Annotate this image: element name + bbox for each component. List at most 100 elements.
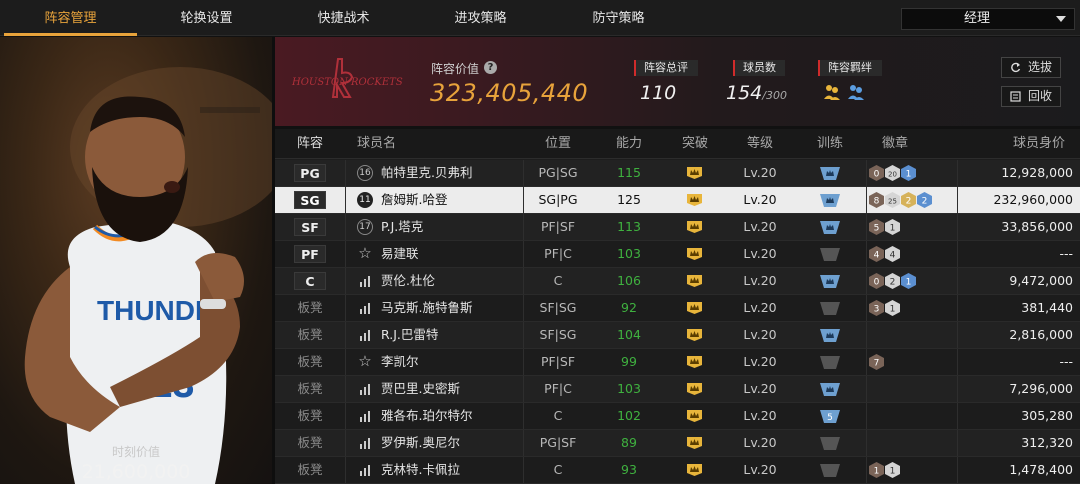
col-position[interactable]: 位置 [535,129,581,159]
training-empty-icon[interactable] [820,356,840,369]
lineup-slot[interactable]: 板凳 [294,430,326,456]
tab-offense[interactable]: 进攻策略 [414,0,547,36]
col-training[interactable]: 训练 [810,129,850,159]
player-name[interactable]: 詹姆斯.哈登 [381,187,447,213]
lineup-slot[interactable]: 板凳 [294,403,326,429]
col-level[interactable]: 等级 [740,129,780,159]
lineup-slot[interactable]: C [294,272,326,290]
table-row[interactable]: 板凳 R.J.巴雷特 SF|SG 104 Lv.20 2,816,000 [275,322,1080,349]
badge-hexagon-icon[interactable]: 2 [901,192,916,208]
breakthrough-crown-icon[interactable] [686,355,703,369]
training-crown-icon[interactable] [820,275,840,288]
training-empty-icon[interactable] [820,302,840,315]
badge-hexagon-icon[interactable]: 2 [917,192,932,208]
breakthrough-crown-icon[interactable] [686,193,703,207]
table-row[interactable]: C 贾伦.杜伦 C 106 Lv.20 0 2 1 9,472,000 [275,268,1080,295]
manager-select[interactable]: 经理 [901,8,1075,30]
col-badges[interactable]: 徽章 [870,129,920,159]
badge-hexagon-icon[interactable]: 3 [869,300,884,316]
lineup-slot[interactable]: 板凳 [294,322,326,348]
table-row[interactable]: PG 16 帕特里克.贝弗利 PG|SG 115 Lv.20 0 20 1 12,928,000 [275,160,1080,187]
training-crown-icon[interactable] [820,194,840,207]
badge-hexagon-icon[interactable]: 2 [885,273,900,289]
col-name[interactable]: 球员名 [357,129,397,159]
badge-hexagon-icon[interactable]: 25 [885,192,900,208]
breakthrough-crown-icon[interactable] [686,166,703,180]
breakthrough-crown-icon[interactable] [686,436,703,450]
col-breakthrough[interactable]: 突破 [675,129,715,159]
player-name[interactable]: R.J.巴雷特 [381,322,438,348]
breakthrough-crown-icon[interactable] [686,220,703,234]
badge-hexagon-icon[interactable]: 1 [885,462,900,478]
badge-hexagon-icon[interactable]: 1 [869,462,884,478]
recycle-button[interactable]: 回收 [1001,86,1061,107]
breakthrough-crown-icon[interactable] [686,328,703,342]
training-crown-icon[interactable] [820,383,840,396]
badge-hexagon-icon[interactable]: 1 [885,219,900,235]
lineup-slot[interactable]: SF [294,218,326,236]
player-name[interactable]: 易建联 [381,241,419,267]
table-row[interactable]: 板凳 克林特.卡佩拉 C 93 Lv.20 1 1 1,478,400 [275,457,1080,484]
table-row[interactable]: 板凳 罗伊斯.奥尼尔 PG|SF 89 Lv.20 312,320 [275,430,1080,457]
training-empty-icon[interactable] [820,248,840,261]
player-level: Lv.20 [743,354,777,369]
training-crown-icon[interactable] [820,167,840,180]
lineup-slot[interactable]: 板凳 [294,349,326,375]
breakthrough-crown-icon[interactable] [686,301,703,315]
player-name[interactable]: 雅各布.珀尔特尔 [381,403,472,429]
player-name[interactable]: 罗伊斯.奥尼尔 [381,430,460,456]
lineup-slot[interactable]: PF [294,245,326,263]
training-empty-icon[interactable] [820,437,840,450]
badge-hexagon-icon[interactable]: 0 [869,165,884,181]
col-value[interactable]: 球员身价 [975,129,1065,159]
tab-rotation[interactable]: 轮换设置 [140,0,273,36]
badge-hexagon-icon[interactable]: 5 [869,219,884,235]
training-crown-icon[interactable] [820,221,840,234]
table-row[interactable]: 板凳 雅各布.珀尔特尔 C 102 Lv.20 5 305,280 [275,403,1080,430]
badge-hexagon-icon[interactable]: 20 [885,165,900,181]
breakthrough-crown-icon[interactable] [686,382,703,396]
table-row[interactable]: SG 11 詹姆斯.哈登 SG|PG 125 Lv.20 8 25 2 2 232,960,000 [275,187,1080,214]
training-crown-icon[interactable] [820,329,840,342]
col-ability[interactable]: 能力 [609,129,649,159]
badge-hexagon-icon[interactable]: 1 [901,165,916,181]
lineup-slot[interactable]: 板凳 [294,376,326,402]
table-row[interactable]: 板凳 马克斯.施特鲁斯 SF|SG 92 Lv.20 3 1 381,440 [275,295,1080,322]
help-icon[interactable]: ? [484,61,497,74]
tab-lineup[interactable]: 阵容管理 [4,0,137,36]
player-name[interactable]: 克林特.卡佩拉 [381,457,460,483]
draft-button[interactable]: 选拔 [1001,57,1061,78]
badge-hexagon-icon[interactable]: 7 [869,354,884,370]
player-name[interactable]: P.J.塔克 [381,214,423,240]
badge-hexagon-icon[interactable]: 0 [869,273,884,289]
tab-defense[interactable]: 防守策略 [552,0,685,36]
breakthrough-crown-icon[interactable] [686,463,703,477]
lineup-slot[interactable]: PG [294,164,326,182]
table-row[interactable]: 板凳 贾巴里.史密斯 PF|C 103 Lv.20 7,296,000 [275,376,1080,403]
breakthrough-crown-icon[interactable] [686,409,703,423]
lineup-slot[interactable]: 板凳 [294,295,326,321]
chemistry-blue-icon[interactable] [847,83,865,101]
badge-hexagon-icon[interactable]: 1 [901,273,916,289]
player-name[interactable]: 贾巴里.史密斯 [381,376,460,402]
table-row[interactable]: 板凳 ☆ 李凯尔 PF|SF 99 Lv.20 7 --- [275,349,1080,376]
player-name[interactable]: 贾伦.杜伦 [381,268,435,294]
player-name[interactable]: 李凯尔 [381,349,419,375]
player-name[interactable]: 帕特里克.贝弗利 [381,160,472,186]
breakthrough-crown-icon[interactable] [686,247,703,261]
badge-hexagon-icon[interactable]: 4 [885,246,900,262]
col-lineup[interactable]: 阵容 [289,129,331,159]
badge-hexagon-icon[interactable]: 4 [869,246,884,262]
player-name[interactable]: 马克斯.施特鲁斯 [381,295,472,321]
badge-hexagon-icon[interactable]: 8 [869,192,884,208]
training-empty-icon[interactable] [820,464,840,477]
chemistry-gold-icon[interactable] [823,83,841,101]
tab-quick-tactics[interactable]: 快捷战术 [277,0,410,36]
training-level-icon[interactable]: 5 [820,410,840,423]
lineup-slot[interactable]: SG [294,191,326,209]
table-row[interactable]: PF ☆ 易建联 PF|C 103 Lv.20 4 4 --- [275,241,1080,268]
breakthrough-crown-icon[interactable] [686,274,703,288]
table-row[interactable]: SF 17 P.J.塔克 PF|SF 113 Lv.20 5 1 33,856,000 [275,214,1080,241]
badge-hexagon-icon[interactable]: 1 [885,300,900,316]
lineup-slot[interactable]: 板凳 [294,457,326,483]
